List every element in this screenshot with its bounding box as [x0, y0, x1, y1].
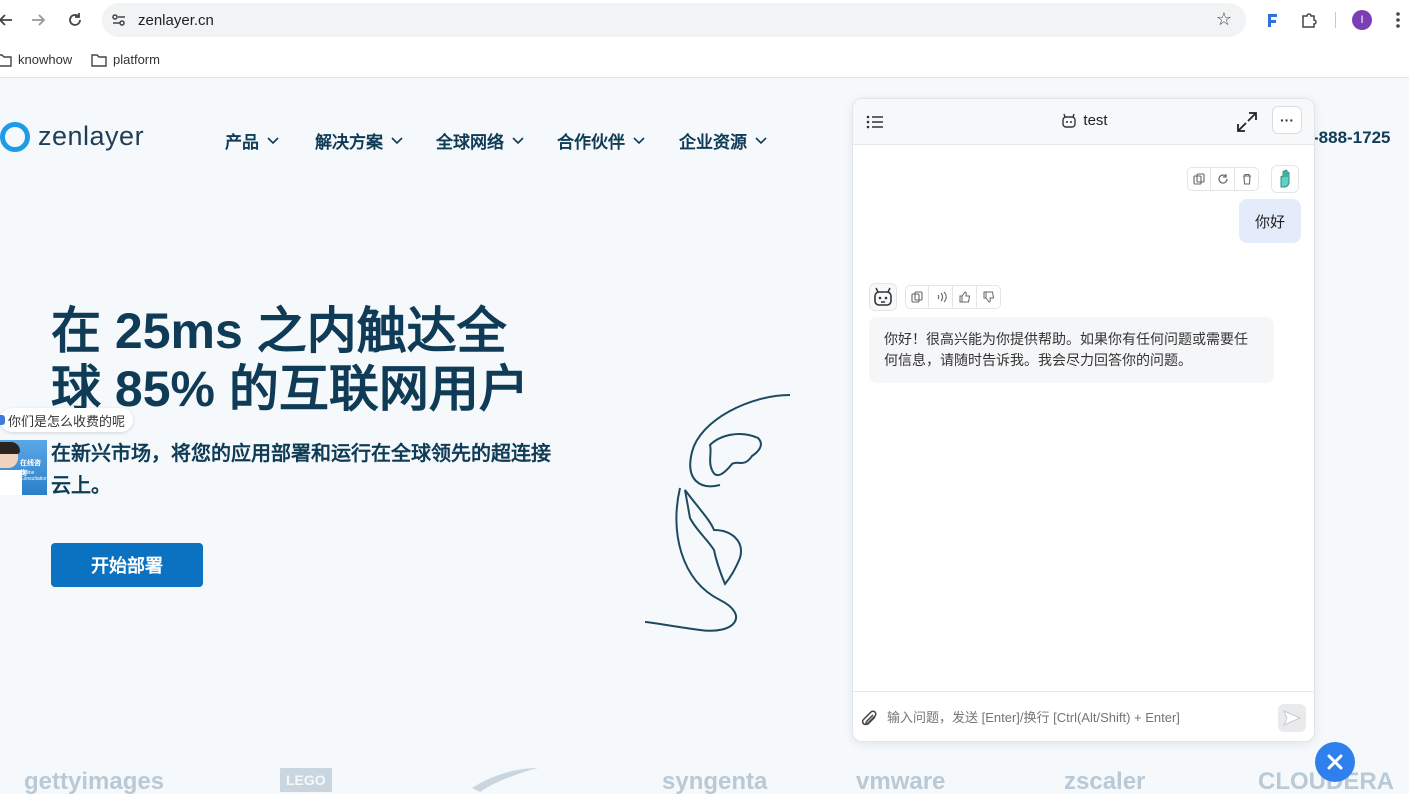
bot-avatar: [869, 283, 897, 311]
back-icon[interactable]: [0, 8, 18, 32]
brand-logo: LEGO: [280, 768, 332, 792]
chevron-down-icon: [512, 136, 524, 144]
chat-header: test ···: [853, 99, 1314, 145]
chevron-down-icon: [391, 136, 403, 144]
brand-logo: vmware: [856, 768, 946, 794]
customer-logos: gettyimages LEGO syngenta vmware zscaler…: [0, 768, 1409, 794]
nav-label: 企业资源: [679, 133, 747, 152]
chat-title-text: test: [1083, 112, 1108, 129]
swoosh-logo-icon: [472, 768, 538, 792]
thumbs-up-icon[interactable]: [953, 285, 977, 309]
url-text[interactable]: zenlayer.cn: [138, 12, 214, 29]
bookmark-label: knowhow: [18, 52, 73, 67]
bubble-dot: [0, 415, 5, 425]
brand-logo: syngenta: [662, 768, 768, 794]
forward-icon[interactable]: [26, 8, 50, 32]
profile-avatar[interactable]: I: [1352, 10, 1372, 30]
site-logo[interactable]: zenlayer: [0, 121, 144, 152]
bot-icon: [874, 287, 892, 306]
start-deploy-button[interactable]: 开始部署: [51, 543, 203, 587]
user-avatar: [1271, 165, 1299, 193]
user-message: 你好: [1239, 199, 1302, 243]
user-message-tools: [1187, 167, 1259, 191]
extension-icon[interactable]: [1261, 8, 1285, 32]
speaker-icon[interactable]: [929, 285, 953, 309]
chat-input-bar: [853, 691, 1314, 741]
expand-icon[interactable]: [1233, 108, 1261, 136]
bot-message: 你好！很高兴能为你提供帮助。如果你有任何问题或需要任何信息，请随时告诉我。我会尽…: [869, 317, 1274, 383]
nav-item-network[interactable]: 全球网络: [436, 128, 524, 153]
address-bar[interactable]: zenlayer.cn ☆: [102, 3, 1246, 37]
logo-ring-icon: [0, 121, 30, 152]
chevron-down-icon: [755, 136, 767, 144]
nav-item-products[interactable]: 产品: [225, 128, 279, 153]
kebab-menu-icon[interactable]: [1386, 8, 1409, 32]
bookmarks-bar: knowhow platform: [0, 40, 1409, 78]
bot-message-tools: [905, 285, 1001, 309]
bookmark-star-icon[interactable]: ☆: [1216, 9, 1232, 30]
nav-label: 解决方案: [315, 133, 383, 152]
bubble-text: 你们是怎么收费的呢: [8, 413, 126, 429]
chevron-down-icon: [633, 136, 645, 144]
globe-illustration: [644, 394, 791, 632]
hero-subtitle: 在新兴市场，将您的应用部署和运行在全球领先的超连接云上。: [51, 443, 551, 497]
chat-widget: test ··· 你好 你好！很高兴能为你提供帮助。如果你有任何问题或需要任何信…: [852, 98, 1315, 742]
phone-number[interactable]: -888-1725: [1313, 128, 1391, 148]
nav-label: 全球网络: [436, 133, 504, 152]
nav-label: 产品: [225, 133, 259, 152]
close-chat-button[interactable]: [1315, 742, 1355, 782]
hero-title: 在 25ms 之内触达全球 85% 的互联网用户: [51, 303, 529, 417]
nav-item-solutions[interactable]: 解决方案: [315, 128, 403, 153]
bot-icon: [1062, 113, 1077, 128]
chat-message-input[interactable]: [887, 710, 1267, 725]
chat-suggestion-bubble[interactable]: 你们是怎么收费的呢: [0, 408, 134, 432]
extensions-puzzle-icon[interactable]: [1297, 8, 1321, 32]
brand-logo: gettyimages: [24, 768, 165, 794]
nav-label: 合作伙伴: [557, 133, 625, 152]
close-icon: [1327, 754, 1343, 770]
logo-text: zenlayer: [38, 121, 145, 151]
nav-item-partners[interactable]: 合作伙伴: [557, 128, 645, 153]
reload-icon[interactable]: [63, 8, 87, 32]
site-settings-icon[interactable]: [110, 11, 128, 29]
folder-icon: [0, 53, 12, 67]
brand-logo: zscaler: [1064, 768, 1146, 794]
delete-icon[interactable]: [1235, 167, 1259, 191]
more-options-button[interactable]: ···: [1272, 106, 1302, 134]
thumbs-down-icon[interactable]: [977, 285, 1001, 309]
browser-toolbar: zenlayer.cn ☆ I: [0, 0, 1409, 40]
nav-item-resources[interactable]: 企业资源: [679, 128, 767, 153]
send-icon: [1283, 710, 1301, 726]
regenerate-icon[interactable]: [1211, 167, 1235, 191]
online-agent-avatar[interactable]: 在线咨询 Online Consultation: [0, 440, 47, 495]
send-button[interactable]: [1278, 704, 1306, 732]
copy-icon[interactable]: [905, 285, 929, 309]
bookmark-label: platform: [113, 52, 160, 67]
copy-icon[interactable]: [1187, 167, 1211, 191]
bookmark-folder-platform[interactable]: platform: [91, 52, 160, 67]
chevron-down-icon: [267, 136, 279, 144]
toolbar-divider: [1335, 12, 1336, 28]
attachment-icon[interactable]: [861, 708, 879, 733]
agent-badge-text-en: Online Consultation: [20, 470, 47, 482]
folder-icon: [91, 53, 107, 67]
bookmark-folder-knowhow[interactable]: knowhow: [0, 52, 72, 67]
hand-icon: [1280, 169, 1290, 188]
